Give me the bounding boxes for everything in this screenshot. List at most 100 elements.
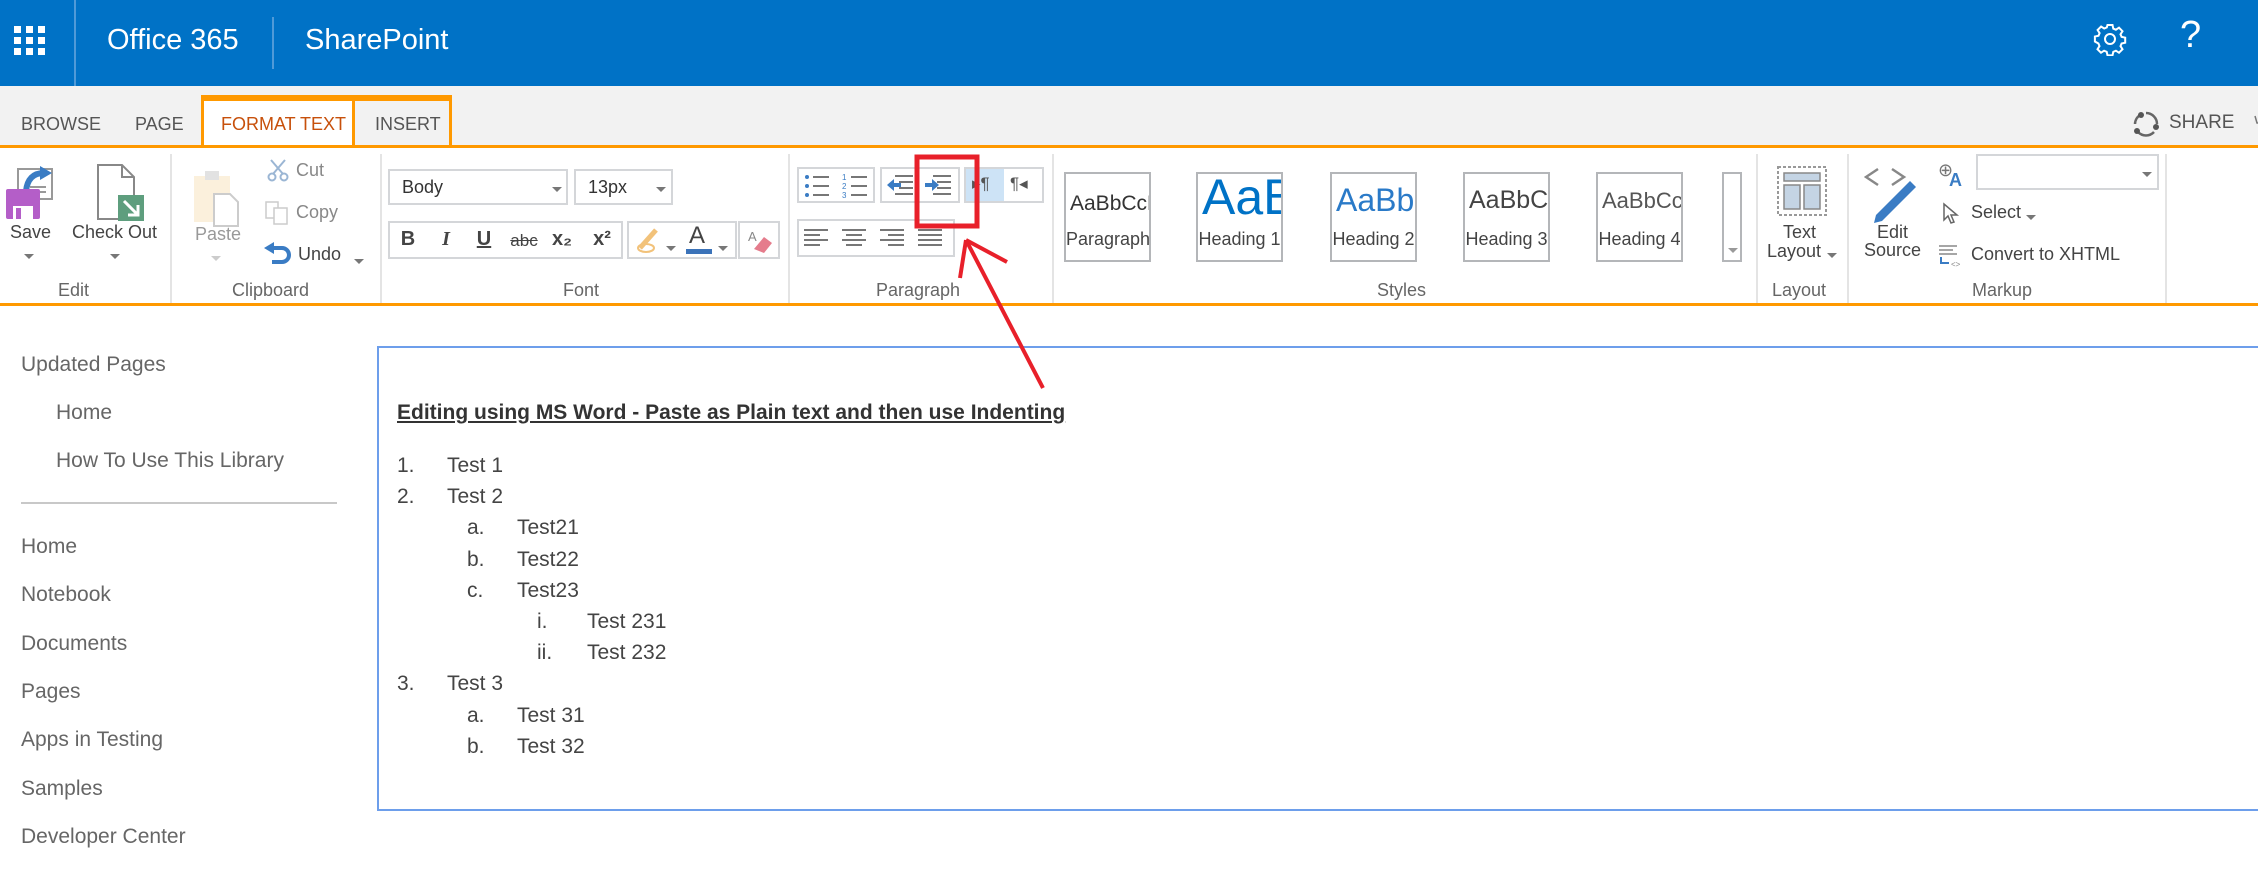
text-layout-label-1[interactable]: Text — [1783, 222, 1816, 243]
cut-button[interactable]: Cut — [296, 160, 324, 181]
bold-button[interactable]: B — [390, 228, 426, 251]
cut-icon[interactable] — [266, 158, 290, 182]
list-item[interactable]: Test21 — [517, 516, 579, 540]
style-name: Heading 3 — [1465, 229, 1548, 249]
gear-icon[interactable] — [2093, 22, 2127, 56]
clear-format-button[interactable]: A — [738, 221, 780, 259]
suite-bar-divider — [272, 17, 274, 69]
increase-indent-button[interactable] — [923, 173, 953, 197]
tab-page[interactable]: PAGE — [135, 114, 184, 135]
highlight-color-icon[interactable] — [636, 226, 666, 254]
ribbon-bottom-border — [0, 303, 2258, 306]
font-family-value: Body — [402, 177, 444, 197]
numbered-list-button[interactable]: 123 — [841, 172, 869, 200]
nav-recent-home[interactable]: Home — [56, 401, 112, 425]
styles-more-button[interactable] — [1722, 172, 1742, 262]
list-item[interactable]: Test 232 — [587, 641, 666, 665]
font-color-dropdown-caret[interactable] — [718, 246, 728, 251]
tab-format-text[interactable]: FORMAT TEXT — [221, 114, 346, 135]
follow-star-icon[interactable] — [2248, 114, 2258, 136]
paste-button[interactable]: Paste — [195, 224, 241, 245]
font-color-icon[interactable]: A — [689, 222, 705, 250]
superscript-button[interactable]: x² — [584, 228, 620, 251]
list-item[interactable]: Test 2 — [447, 485, 503, 509]
check-out-icon[interactable] — [92, 163, 146, 223]
text-layout-dropdown-caret[interactable] — [1827, 253, 1837, 258]
right-to-left-button[interactable]: ¶◂ — [1010, 174, 1028, 194]
align-center-button[interactable] — [842, 228, 868, 248]
nav-updated-pages[interactable]: Updated Pages — [21, 353, 166, 377]
style-sample: AaBb — [1202, 172, 1281, 225]
style-heading-2[interactable]: AaBbCc Heading 2 — [1330, 172, 1417, 262]
language-icon: A — [1949, 170, 1962, 190]
app-title-sharepoint[interactable]: SharePoint — [305, 24, 449, 57]
tab-insert[interactable]: INSERT — [375, 114, 441, 135]
italic-button[interactable]: I — [428, 228, 464, 251]
tab-browse[interactable]: BROWSE — [21, 114, 101, 135]
list-item[interactable]: Test 3 — [447, 672, 503, 696]
undo-dropdown-caret[interactable] — [354, 259, 364, 264]
edit-source-button[interactable]: Source — [1864, 240, 1921, 261]
paste-dropdown-caret[interactable] — [211, 256, 221, 261]
save-icon[interactable] — [4, 165, 56, 221]
text-layout-button[interactable]: Layout — [1767, 241, 1821, 262]
text-layout-icon[interactable] — [1776, 165, 1828, 217]
share-button[interactable]: SHARE — [2169, 112, 2234, 134]
font-family-select[interactable]: Body — [388, 169, 568, 205]
undo-icon[interactable] — [264, 242, 292, 266]
font-size-select[interactable]: 13px — [574, 169, 673, 205]
list-item[interactable]: Test 231 — [587, 610, 666, 634]
style-name: Paragraph — [1066, 229, 1151, 249]
undo-button[interactable]: Undo — [298, 244, 341, 265]
nav-pages[interactable]: Pages — [21, 680, 81, 704]
align-right-button[interactable] — [880, 228, 906, 248]
font-color-swatch — [686, 249, 712, 254]
list-item[interactable]: Test23 — [517, 579, 579, 603]
edit-source-icon[interactable] — [1864, 163, 1920, 223]
decrease-indent-button[interactable] — [885, 173, 915, 197]
help-button[interactable]: ? — [2180, 14, 2201, 57]
list-marker: c. — [467, 578, 484, 602]
subscript-button[interactable]: x₂ — [544, 228, 580, 251]
style-heading-1[interactable]: AaBb Heading 1 — [1196, 172, 1283, 262]
nav-documents[interactable]: Documents — [21, 632, 127, 656]
copy-button[interactable]: Copy — [296, 202, 338, 223]
nav-notebook[interactable]: Notebook — [21, 583, 111, 607]
list-marker: b. — [467, 734, 485, 758]
chevron-down-icon — [1728, 248, 1738, 253]
style-paragraph[interactable]: AaBbCcDdEe Paragraph — [1064, 172, 1151, 262]
check-out-dropdown-caret[interactable] — [110, 254, 120, 259]
list-item[interactable]: Test 32 — [517, 735, 585, 759]
save-button[interactable]: Save — [10, 222, 51, 243]
highlight-dropdown-caret[interactable] — [666, 246, 676, 251]
nav-home[interactable]: Home — [21, 535, 77, 559]
group-label-layout: Layout — [1772, 280, 1827, 300]
paste-icon[interactable] — [192, 168, 242, 228]
convert-to-xhtml-button[interactable]: Convert to XHTML — [1971, 244, 2120, 265]
select-button[interactable]: Select — [1971, 202, 2021, 223]
language-select[interactable] — [1976, 154, 2159, 190]
list-item[interactable]: Test 1 — [447, 454, 503, 478]
style-heading-4[interactable]: AaBbCcDdE Heading 4 — [1596, 172, 1683, 262]
justify-button[interactable] — [918, 228, 944, 248]
style-heading-3[interactable]: AaBbCcDd Heading 3 — [1463, 172, 1550, 262]
document-heading[interactable]: Editing using MS Word - Paste as Plain t… — [397, 401, 1065, 425]
nav-samples[interactable]: Samples — [21, 777, 103, 801]
share-icon[interactable] — [2132, 110, 2160, 138]
left-to-right-button[interactable]: ▸¶ — [972, 174, 990, 194]
save-dropdown-caret[interactable] — [24, 254, 34, 259]
list-item[interactable]: Test 31 — [517, 704, 585, 728]
nav-apps-in-testing[interactable]: Apps in Testing — [21, 728, 163, 752]
brand-office365[interactable]: Office 365 — [107, 24, 239, 57]
select-dropdown-caret[interactable] — [2026, 215, 2036, 220]
nav-developer-center[interactable]: Developer Center — [21, 825, 186, 849]
nav-recent-how-to-use[interactable]: How To Use This Library — [56, 449, 284, 473]
align-left-button[interactable] — [804, 228, 830, 248]
list-item[interactable]: Test22 — [517, 548, 579, 572]
copy-icon[interactable] — [264, 200, 290, 226]
check-out-button[interactable]: Check Out — [72, 222, 157, 243]
bullet-list-button[interactable] — [803, 172, 831, 200]
underline-button[interactable]: U — [466, 228, 502, 251]
waffle-icon[interactable] — [14, 26, 46, 56]
strikethrough-button[interactable]: abc — [506, 231, 542, 251]
